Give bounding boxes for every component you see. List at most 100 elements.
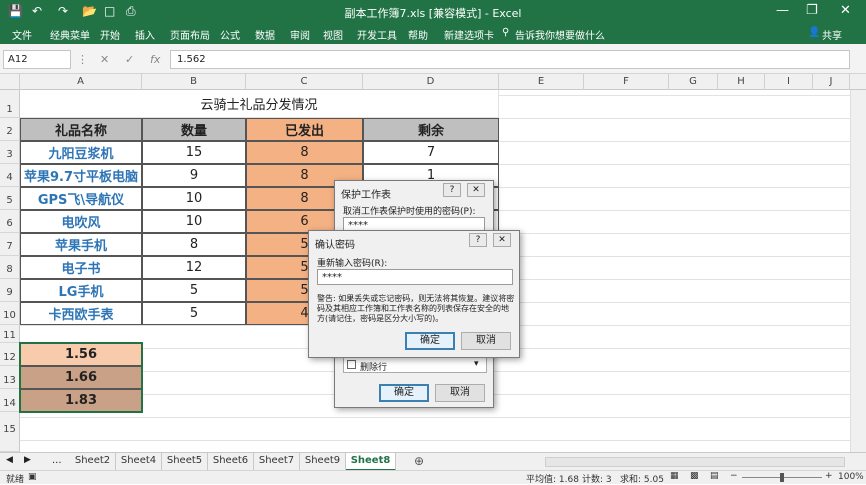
- enter-icon[interactable]: ✓: [125, 53, 134, 66]
- col-header-e[interactable]: E: [499, 74, 584, 90]
- name-box[interactable]: A12: [3, 50, 71, 69]
- row-header[interactable]: 5: [0, 187, 20, 210]
- tab-formulas[interactable]: 公式: [220, 27, 240, 42]
- cell-quantity[interactable]: 8: [142, 233, 246, 256]
- cell-quantity[interactable]: 10: [142, 210, 246, 233]
- tab-data[interactable]: 数据: [255, 27, 275, 42]
- zoom-out-icon[interactable]: −: [730, 471, 738, 481]
- col-header-c[interactable]: C: [246, 74, 363, 90]
- tab-view[interactable]: 视图: [323, 27, 343, 42]
- tab-sheet[interactable]: Sheet4: [116, 453, 162, 471]
- tab-insert[interactable]: 插入: [135, 27, 155, 42]
- close-icon[interactable]: ✕: [467, 183, 485, 197]
- cell-quantity[interactable]: 12: [142, 256, 246, 279]
- row-header[interactable]: 7: [0, 233, 20, 256]
- tab-sheet[interactable]: Sheet5: [162, 453, 208, 471]
- cell-gift-name[interactable]: LG手机: [20, 279, 142, 302]
- tab-page-layout[interactable]: 页面布局: [170, 27, 210, 42]
- zoom-slider-thumb[interactable]: [780, 473, 784, 482]
- ok-button[interactable]: 确定: [405, 332, 455, 350]
- cell-quantity[interactable]: 5: [142, 279, 246, 302]
- col-header-f[interactable]: F: [584, 74, 669, 90]
- add-sheet-icon[interactable]: ⊕: [414, 454, 424, 468]
- reenter-password-field[interactable]: ****: [317, 269, 513, 285]
- row-header[interactable]: 14: [0, 389, 20, 412]
- cell-gift-name[interactable]: 电吹风: [20, 210, 142, 233]
- share-button[interactable]: 共享: [822, 27, 842, 42]
- tab-sheet[interactable]: Sheet7: [254, 453, 300, 471]
- more-sheets-icon[interactable]: ...: [52, 455, 62, 466]
- cell-gift-name[interactable]: GPS飞\导航仪: [20, 187, 142, 210]
- row-header[interactable]: 4: [0, 164, 20, 187]
- col-header-b[interactable]: B: [142, 74, 246, 90]
- tab-sheet[interactable]: Sheet9: [300, 453, 346, 471]
- tab-new[interactable]: 新建选项卡: [444, 27, 494, 42]
- cell-gift-name[interactable]: 苹果9.7寸平板电脑: [20, 164, 142, 187]
- zoom-level[interactable]: 100%: [838, 472, 864, 482]
- cell-gift-name[interactable]: 电子书: [20, 256, 142, 279]
- row-header[interactable]: 10: [0, 302, 20, 325]
- page-layout-icon[interactable]: ▩: [690, 471, 699, 481]
- col-header-j[interactable]: J: [813, 74, 850, 90]
- col-header-g[interactable]: G: [669, 74, 718, 90]
- row-header[interactable]: 3: [0, 141, 20, 164]
- row-header[interactable]: 13: [0, 366, 20, 389]
- header-quantity[interactable]: 数量: [142, 118, 246, 141]
- vertical-scrollbar[interactable]: [850, 90, 866, 452]
- cell-gift-name[interactable]: 卡西欧手表: [20, 302, 142, 325]
- close-icon[interactable]: ✕: [493, 233, 511, 247]
- tab-developer[interactable]: 开发工具: [357, 27, 397, 42]
- cell-gift-name[interactable]: 九阳豆浆机: [20, 141, 142, 164]
- cancel-button[interactable]: 取消: [461, 332, 511, 350]
- cell-gift-name[interactable]: 苹果手机: [20, 233, 142, 256]
- cell-quantity[interactable]: 5: [142, 302, 246, 325]
- help-icon[interactable]: ?: [469, 233, 487, 247]
- tab-home[interactable]: 开始: [100, 27, 120, 42]
- fx-icon[interactable]: fx: [150, 53, 160, 66]
- row-header[interactable]: 8: [0, 256, 20, 279]
- tab-file[interactable]: 文件: [12, 27, 32, 42]
- cancel-icon[interactable]: ✕: [100, 53, 109, 66]
- help-icon[interactable]: ?: [443, 183, 461, 197]
- scroll-down-icon[interactable]: ▾: [474, 359, 479, 369]
- col-header-h[interactable]: H: [718, 74, 765, 90]
- tab-sheet-active[interactable]: Sheet8: [346, 453, 396, 471]
- ok-button[interactable]: 确定: [379, 384, 429, 402]
- row-header[interactable]: 15: [0, 412, 20, 452]
- row-header[interactable]: 6: [0, 210, 20, 233]
- share-icon[interactable]: 👤: [808, 27, 820, 38]
- tab-classic-menu[interactable]: 经典菜单: [50, 27, 90, 42]
- zoom-in-icon[interactable]: +: [825, 471, 833, 481]
- col-header-d[interactable]: D: [363, 74, 499, 90]
- minimize-icon[interactable]: —: [776, 3, 789, 18]
- header-gift-name[interactable]: 礼品名称: [20, 118, 142, 141]
- cell-remaining[interactable]: 7: [363, 141, 499, 164]
- row-header[interactable]: 9: [0, 279, 20, 302]
- cell-quantity[interactable]: 9: [142, 164, 246, 187]
- tab-review[interactable]: 审阅: [290, 27, 310, 42]
- normal-view-icon[interactable]: ▦: [670, 471, 679, 481]
- header-sent[interactable]: 已发出: [246, 118, 363, 141]
- cancel-button[interactable]: 取消: [435, 384, 485, 402]
- horizontal-scrollbar[interactable]: [545, 457, 845, 467]
- row-header[interactable]: 2: [0, 118, 20, 141]
- tab-sheet[interactable]: Sheet6: [208, 453, 254, 471]
- row-header[interactable]: 12: [0, 343, 20, 366]
- select-all-corner[interactable]: [0, 74, 20, 90]
- restore-icon[interactable]: ❐: [806, 3, 818, 18]
- page-break-icon[interactable]: ▤: [710, 471, 719, 481]
- tab-sheet[interactable]: Sheet2: [70, 453, 116, 471]
- tab-help[interactable]: 帮助: [408, 27, 428, 42]
- close-icon[interactable]: ✕: [840, 3, 851, 18]
- header-remaining[interactable]: 剩余: [363, 118, 499, 141]
- row-header[interactable]: 1: [0, 90, 20, 118]
- col-header-a[interactable]: A: [20, 74, 142, 90]
- row-header[interactable]: 11: [0, 325, 20, 343]
- formula-input[interactable]: 1.562: [170, 50, 850, 69]
- cell-sent[interactable]: 8: [246, 141, 363, 164]
- permission-list[interactable]: 删除行 ▾: [343, 357, 487, 373]
- macro-record-icon[interactable]: ▣: [28, 472, 37, 482]
- table-title[interactable]: 云骑士礼品分发情况: [20, 90, 499, 118]
- cell-quantity[interactable]: 15: [142, 141, 246, 164]
- prev-sheet-icon[interactable]: ◀: [6, 455, 13, 465]
